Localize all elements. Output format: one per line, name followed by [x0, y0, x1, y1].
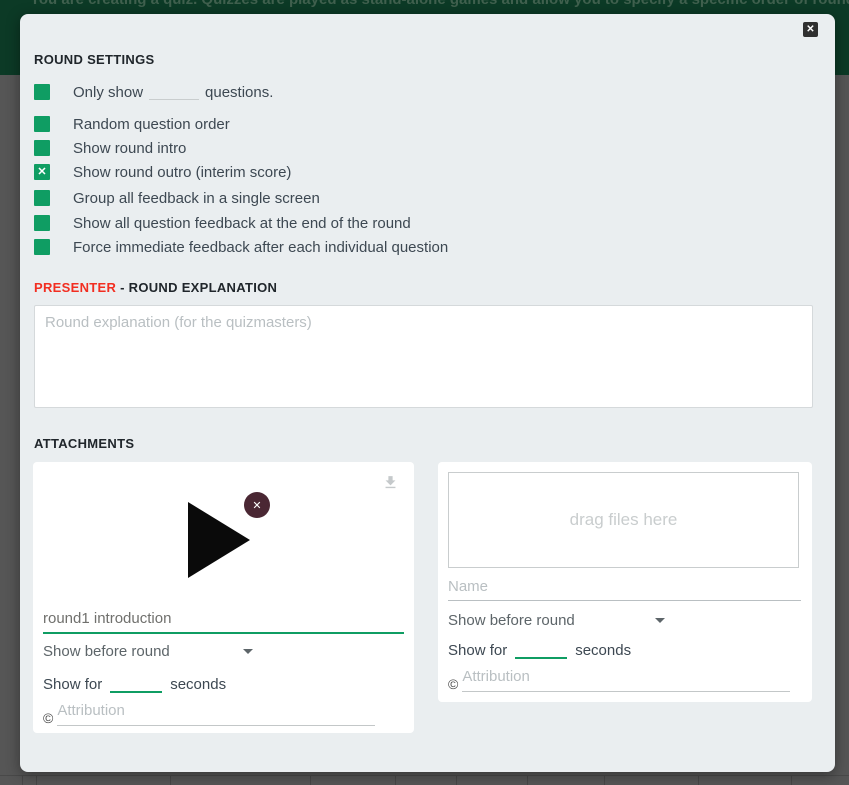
- show-when-value: Show before round: [43, 643, 170, 660]
- show-for-label: Show for: [448, 642, 507, 659]
- attribution-row: ©: [448, 668, 790, 692]
- attachment-card-upload: drag files here Show before round Show f…: [438, 462, 812, 702]
- seconds-label: seconds: [170, 676, 226, 693]
- show-for-seconds-input[interactable]: [110, 678, 162, 693]
- option-label: Random question order: [73, 116, 230, 133]
- checkbox-group-feedback[interactable]: [34, 190, 50, 206]
- show-for-label: Show for: [43, 676, 102, 693]
- option-row-round-outro: ✕ Show round outro (interim score): [34, 164, 291, 181]
- presenter-highlight: PRESENTER: [34, 280, 116, 295]
- checkbox-feedback-end[interactable]: [34, 215, 50, 231]
- only-show-suffix: questions.: [205, 84, 273, 101]
- file-dropzone[interactable]: drag files here: [448, 472, 799, 568]
- dimmed-background-lines: [0, 775, 849, 784]
- chevron-down-icon: [243, 649, 253, 654]
- round-settings-dialog: ✕ ROUND SETTINGS Only show questions. Ran…: [20, 14, 835, 772]
- option-label: Force immediate feedback after each indi…: [73, 239, 448, 256]
- checkbox-random-order[interactable]: [34, 116, 50, 132]
- option-row-feedback-end: Show all question feedback at the end of…: [34, 215, 411, 232]
- round-settings-heading: ROUND SETTINGS: [34, 52, 154, 67]
- play-icon[interactable]: [188, 502, 250, 578]
- round-explanation-textarea[interactable]: [34, 305, 813, 408]
- show-for-seconds-input[interactable]: [515, 644, 567, 659]
- only-show-prefix: Only show: [73, 84, 143, 101]
- copyright-icon: ©: [43, 710, 53, 726]
- attachments-heading: ATTACHMENTS: [34, 436, 134, 451]
- checkbox-only-show[interactable]: [34, 84, 50, 100]
- attribution-row: ©: [43, 702, 375, 726]
- attachment-name-input[interactable]: [43, 610, 404, 634]
- option-row-only-show: Only show questions.: [34, 84, 273, 101]
- show-when-dropdown[interactable]: Show before round: [43, 643, 253, 660]
- option-row-round-intro: Show round intro: [34, 140, 186, 157]
- download-icon[interactable]: [382, 474, 399, 496]
- show-for-row: Show for seconds: [448, 642, 631, 659]
- presenter-explanation-heading: PRESENTER - ROUND EXPLANATION: [34, 280, 277, 295]
- show-for-row: Show for seconds: [43, 676, 226, 693]
- checkbox-immediate-feedback[interactable]: [34, 239, 50, 255]
- show-when-dropdown[interactable]: Show before round: [448, 612, 665, 629]
- copyright-icon: ©: [448, 676, 458, 692]
- option-row-group-feedback: Group all feedback in a single screen: [34, 190, 320, 207]
- attribution-input[interactable]: [462, 668, 790, 692]
- checkbox-x-icon: ✕: [37, 164, 46, 180]
- option-row-immediate-feedback: Force immediate feedback after each indi…: [34, 239, 448, 256]
- show-when-value: Show before round: [448, 612, 575, 629]
- question-count-input[interactable]: [149, 85, 199, 100]
- quiz-intro-text: You are creating a quiz. Quizzes are pla…: [30, 0, 849, 8]
- option-label: Show round outro (interim score): [73, 164, 291, 181]
- option-label: Show round intro: [73, 140, 186, 157]
- option-label: Only show questions.: [73, 84, 273, 101]
- option-row-random-order: Random question order: [34, 116, 230, 133]
- seconds-label: seconds: [575, 642, 631, 659]
- attribution-input[interactable]: [57, 702, 375, 726]
- checkbox-round-intro[interactable]: [34, 140, 50, 156]
- attachment-card-video: ✕ Show before round Show for seconds ©: [33, 462, 414, 733]
- close-icon[interactable]: ✕: [803, 22, 818, 37]
- remove-attachment-button[interactable]: ✕: [244, 492, 270, 518]
- explanation-heading-rest: - ROUND EXPLANATION: [116, 280, 277, 295]
- chevron-down-icon: [655, 618, 665, 623]
- option-label: Group all feedback in a single screen: [73, 190, 320, 207]
- checkbox-round-outro-checked[interactable]: ✕: [34, 164, 50, 180]
- attachment-name-input[interactable]: [448, 578, 801, 601]
- option-label: Show all question feedback at the end of…: [73, 215, 411, 232]
